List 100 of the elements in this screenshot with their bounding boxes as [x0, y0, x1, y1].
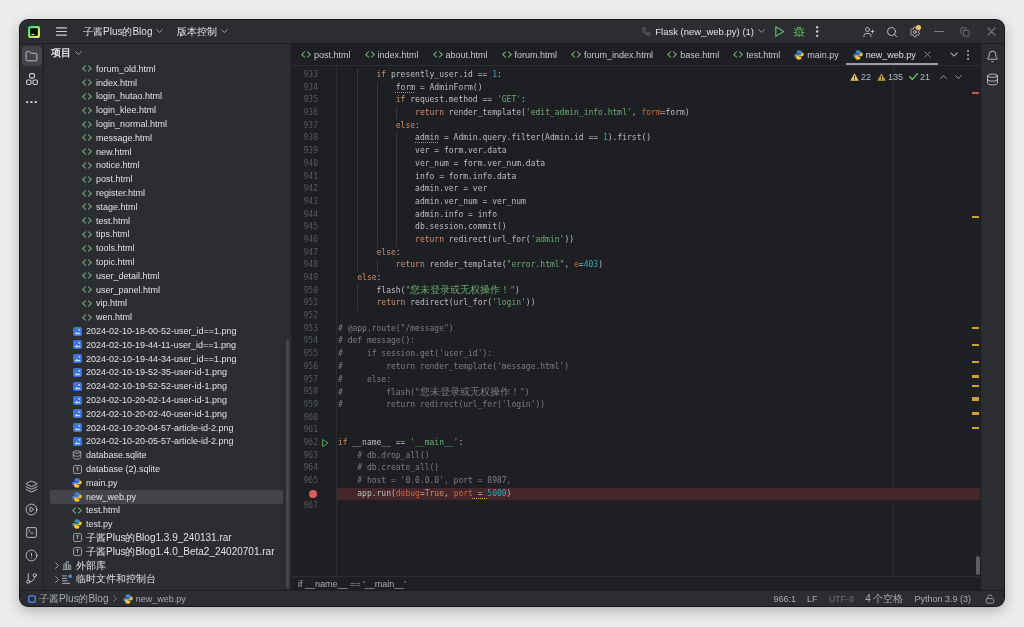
- status-bar-item[interactable]: LF: [807, 593, 818, 604]
- line-number: 949: [303, 272, 318, 284]
- editor-tab[interactable]: forum_index.html: [564, 44, 661, 65]
- tree-item[interactable]: new.html: [50, 144, 283, 159]
- html-file-icon: [82, 244, 92, 252]
- editor-tab[interactable]: about.html: [425, 44, 495, 65]
- tree-item[interactable]: login_normal.html: [50, 117, 283, 131]
- tree-item[interactable]: new_web.py: [50, 489, 283, 504]
- tree-item[interactable]: 2024-02-10-18-00-52-user_id==1.png: [50, 324, 283, 338]
- tree-item[interactable]: test.html: [50, 213, 283, 228]
- weak-warning-count[interactable]: 135: [876, 72, 903, 82]
- tree-item[interactable]: topic.html: [50, 255, 283, 269]
- tree-item[interactable]: 外部库: [50, 558, 283, 573]
- editor-tab[interactable]: post.html: [294, 44, 358, 65]
- code-line: if presently_user.id == 1:: [376, 69, 502, 81]
- breakpoint-icon[interactable]: [309, 490, 317, 499]
- tree-item[interactable]: user_panel.html: [50, 282, 283, 297]
- chevron-right-icon[interactable]: [54, 575, 60, 583]
- tree-item[interactable]: test.py: [50, 517, 283, 532]
- line-number: 944: [303, 208, 318, 221]
- image-file-icon: [72, 409, 82, 419]
- tree-item[interactable]: 2024-02-10-19-44-11-user_id==1.png: [50, 337, 283, 352]
- image-file-icon: [72, 381, 82, 391]
- status-bar-item[interactable]: 4 个空格: [865, 591, 904, 606]
- bug-icon: [792, 25, 805, 38]
- tree-item[interactable]: user_detail.html: [50, 268, 283, 283]
- tree-item[interactable]: post.html: [50, 172, 283, 187]
- editor-tab[interactable]: base.html: [660, 44, 727, 65]
- close-icon[interactable]: [923, 51, 931, 58]
- tree-item[interactable]: test.html: [50, 503, 283, 518]
- code-line: # if session.get('user_id'):: [338, 348, 493, 361]
- breadcrumb[interactable]: if __name__ == '__main__': [298, 578, 406, 589]
- editor-tab[interactable]: test.html: [726, 44, 788, 65]
- tree-item[interactable]: 子酱Plus的Blog1.3.9_240131.rar: [50, 531, 283, 545]
- bell-icon: [986, 49, 999, 63]
- tree-item[interactable]: forum_old.html: [50, 62, 283, 76]
- code-line: app.run(debug=True, port = 5000): [357, 487, 512, 500]
- tree-item[interactable]: 2024-02-10-20-05-57-article-id-2.png: [50, 434, 283, 449]
- chevron-down-icon: [955, 74, 962, 80]
- database-icon: [72, 450, 82, 461]
- editor-tab[interactable]: new_web.py: [845, 44, 938, 65]
- html-file-icon: [571, 51, 582, 58]
- html-file-icon: [733, 51, 744, 58]
- html-file-icon: [82, 106, 92, 114]
- code-line: # flash("您未登录或无权操作！"): [338, 385, 530, 399]
- html-file-icon: [82, 175, 92, 183]
- editor-tab[interactable]: index.html: [357, 44, 426, 65]
- html-file-icon: [82, 258, 92, 266]
- tree-item[interactable]: 2024-02-10-19-52-52-user-id-1.png: [50, 379, 283, 394]
- exclamation-circle-icon: [25, 548, 38, 562]
- tree-item[interactable]: 临时文件和控制台: [50, 572, 283, 587]
- tree-item[interactable]: 2024-02-10-20-02-40-user-id-1.png: [50, 406, 283, 421]
- tree-item[interactable]: 2024-02-10-19-52-35-user-id-1.png: [50, 365, 283, 380]
- tree-item[interactable]: 子酱Plus的Blog1.4.0_Beta2_24020701.rar: [50, 544, 283, 559]
- project-dropdown[interactable]: 子酱Plus的Blog: [78, 22, 169, 41]
- play-icon[interactable]: [321, 439, 329, 448]
- tree-item[interactable]: tools.html: [50, 241, 283, 256]
- tree-item[interactable]: 2024-02-10-20-04-57-article-id-2.png: [50, 420, 283, 435]
- tree-item[interactable]: database.sqlite: [50, 448, 283, 463]
- tree-item[interactable]: login_hutao.html: [50, 89, 283, 104]
- tree-item[interactable]: main.py: [50, 475, 283, 490]
- path-item[interactable]: new_web.py: [122, 593, 186, 604]
- tree-item[interactable]: 2024-02-10-19-44-34-user_id==1.png: [50, 351, 283, 366]
- status-bar-item[interactable]: 966:1: [773, 593, 797, 604]
- view-selector[interactable]: 项目: [48, 45, 85, 61]
- chevron-down-icon: [156, 29, 164, 34]
- chevron-right-icon: [113, 595, 118, 602]
- code-line: admin = Admin.query.filter(Admin.id == 1).first(): [415, 132, 652, 145]
- tree-item[interactable]: stage.html: [50, 199, 283, 214]
- editor-tab[interactable]: main.py: [787, 44, 846, 65]
- line-number: 945: [303, 221, 318, 234]
- chevron-right-icon[interactable]: [54, 562, 60, 570]
- vcs-dropdown[interactable]: 版本控制: [172, 22, 234, 41]
- html-file-icon: [667, 51, 678, 58]
- tree-item[interactable]: notice.html: [50, 158, 283, 173]
- typo-count[interactable]: 21: [909, 72, 930, 82]
- editor-tab[interactable]: forum.html: [494, 44, 565, 65]
- tool-window-button[interactable]: [21, 46, 42, 66]
- code-line: db.session.commit(): [415, 221, 507, 234]
- tree-item[interactable]: 2024-02-10-20-02-14-user-id-1.png: [50, 393, 283, 407]
- run-configuration-dropdown[interactable]: Flask (new_web.py) (1): [637, 24, 770, 39]
- html-file-icon: [82, 299, 92, 307]
- tree-item[interactable]: database (2).sqlite: [50, 462, 283, 476]
- tree-item[interactable]: register.html: [50, 186, 283, 200]
- scrollbar-thumb[interactable]: [976, 556, 980, 575]
- line-number: 964: [303, 462, 318, 475]
- tree-item[interactable]: vip.html: [50, 296, 283, 311]
- tree-item[interactable]: message.html: [50, 131, 283, 145]
- settings-icon: [908, 25, 921, 38]
- html-file-icon: [501, 51, 512, 58]
- tree-item[interactable]: wen.html: [50, 310, 283, 325]
- folder-icon: [25, 49, 38, 63]
- tree-item[interactable]: login_klee.html: [50, 103, 283, 118]
- path-item[interactable]: 子酱Plus的Blog: [28, 591, 109, 606]
- code-line: return render_template("error.html", e=403): [395, 259, 603, 272]
- tree-item[interactable]: tips.html: [50, 227, 283, 242]
- status-bar-item[interactable]: Python 3.9 (3): [914, 593, 971, 604]
- warning-count[interactable]: 22: [849, 72, 871, 82]
- restore-icon: [960, 26, 970, 37]
- tree-item[interactable]: index.html: [50, 75, 283, 90]
